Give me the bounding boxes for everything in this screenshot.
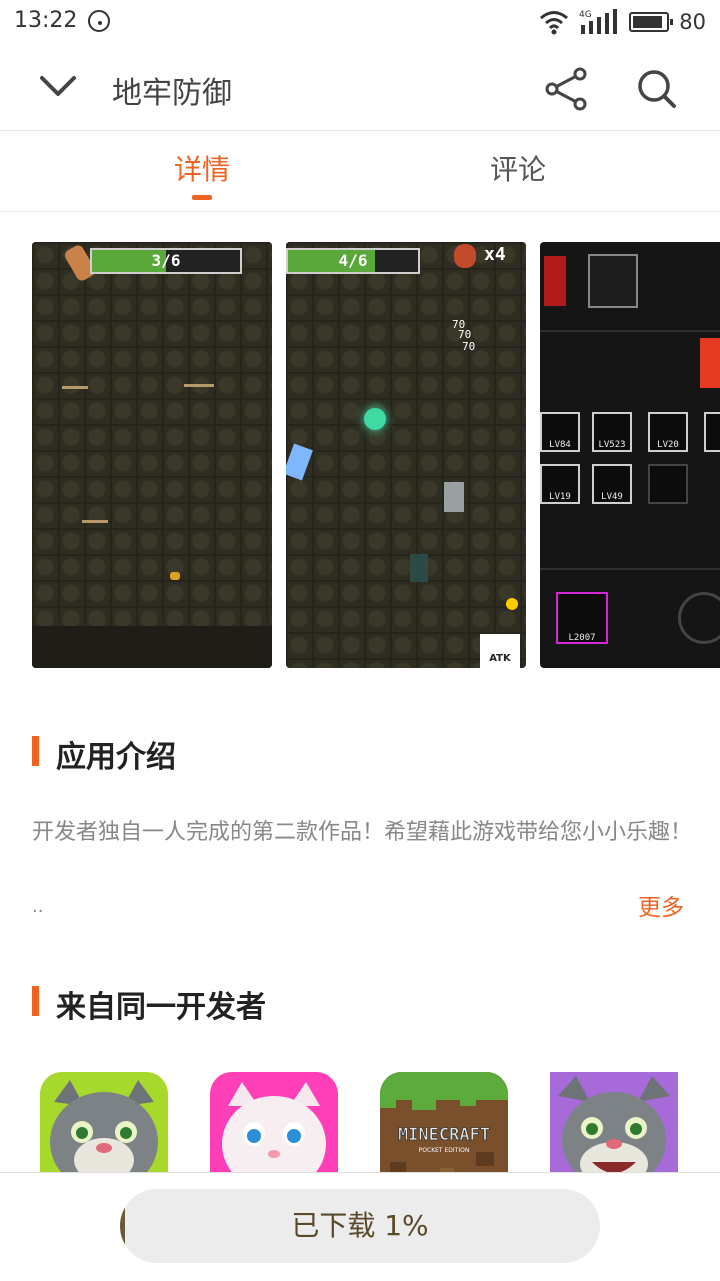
download-label: 已下载 1% [291,1209,429,1242]
share-icon [545,67,587,111]
status-bar: 13:22 4G 80 [0,0,720,46]
screenshot-3[interactable]: LV84 LV523 LV20 LV19 LV49 L2007 [540,242,720,668]
arrow-projectile [184,384,214,387]
intro-text: 开发者独自一人完成的第二款作品！希望藉此游戏带给您小小乐趣！ [32,820,693,845]
related-apps: MINECRAFT POCKET EDITION [0,1072,720,1200]
potion-icon [454,244,476,268]
tab-indicator [192,195,212,200]
minecraft-logo-text: MINECRAFT [398,1125,490,1145]
skill-slot: LV19 [540,464,580,504]
search-button[interactable] [634,66,680,112]
hp-text: 4/6 [338,251,368,270]
hp-bar: 3/6 [90,248,242,274]
chevron-down-icon [40,76,76,96]
battery-icon [629,12,674,32]
attack-button: ATK [480,634,520,668]
collapse-button[interactable] [34,68,82,108]
hp-text: 3/6 [151,251,181,270]
intro-ellipsis: .. [32,896,44,917]
coin [170,572,180,580]
coin [506,598,518,610]
search-icon [638,70,676,108]
skeleton-enemy [444,482,464,512]
tab-bar: 详情 评论 [0,131,720,212]
skill-slot-locked [648,464,688,504]
gear-slot [678,592,720,644]
tab-comments[interactable]: 评论 [418,131,618,211]
battery-level: 80 [679,10,706,34]
status-time: 13:22 [14,8,78,33]
upgrade-button [700,338,720,388]
more-link[interactable]: 更多 [638,888,684,922]
download-bar: 已下载 1% [0,1172,720,1281]
damage-number: 70 [462,340,476,353]
skill-slot: LV84 [540,412,580,452]
cellular-signal-icon: 4G [579,9,618,34]
floor-edge [32,626,272,668]
screenshot-carousel[interactable]: 3/6 4/6 x4 70 70 70 ATK LV84 LV523 LV20 [32,242,720,668]
screenshot-1[interactable]: 3/6 [32,242,272,668]
arrow-projectile [82,520,108,523]
download-button[interactable]: 已下载 1% [120,1189,600,1263]
multiplier-text: x4 [484,244,506,265]
intro-heading: 应用介绍 [32,732,176,776]
selected-skill-slot: L2007 [556,592,608,644]
arrow-projectile [62,386,88,389]
app-header: 地牢防御 [0,46,720,131]
skill-slot: LV49 [592,464,632,504]
screenshot-2[interactable]: 4/6 x4 70 70 70 ATK [286,242,526,668]
red-banner [544,256,566,306]
hp-bar: 4/6 [286,248,420,274]
page-title: 地牢防御 [112,76,232,111]
network-type: 4G [579,10,592,20]
crystal-turret [364,408,386,430]
related-heading: 来自同一开发者 [32,982,266,1026]
share-button[interactable] [544,66,590,112]
alarm-icon [88,10,110,32]
skill-slot: LV523 [592,412,632,452]
skill-slot: LV20 [648,412,688,452]
status-indicators: 4G 80 [539,6,706,38]
minecraft-edition-text: POCKET EDITION [419,1147,470,1154]
dark-enemy [410,554,428,582]
wizard-portrait [588,254,638,308]
skill-slot [704,412,720,452]
wifi-icon [540,11,569,35]
